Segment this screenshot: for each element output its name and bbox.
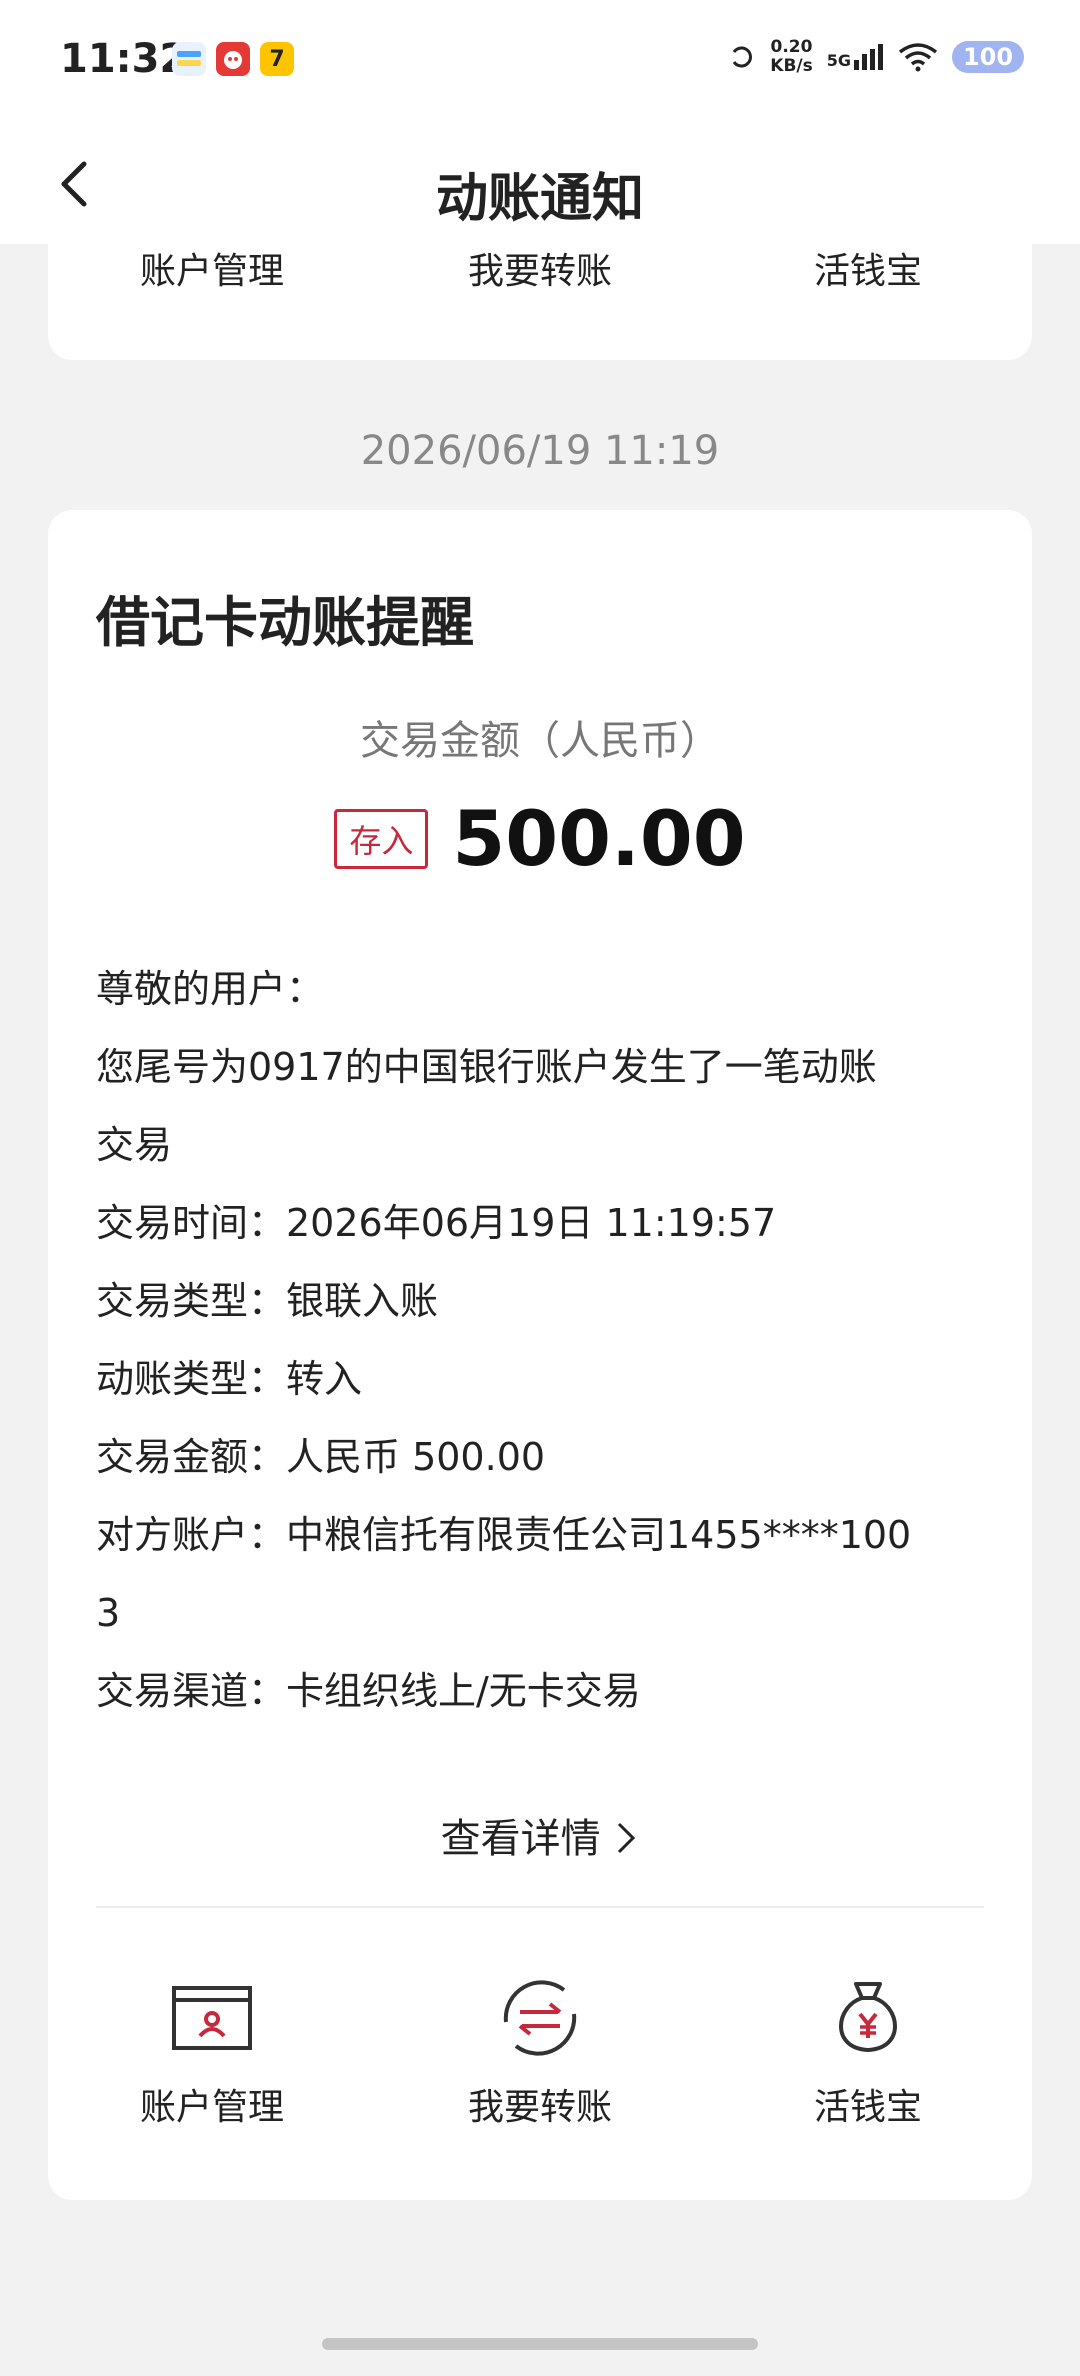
message-timestamp: 2026/06/19 11:19 (360, 428, 720, 474)
prev-huoqianbao-button[interactable]: 活钱宝 (704, 242, 1032, 294)
notice-message-cont: 交易 (96, 1123, 173, 1167)
amount-label: 交易金额（人民币） (360, 718, 720, 764)
home-indicator[interactable] (322, 2338, 758, 2350)
navigation-bar: 动账通知 (0, 122, 1080, 244)
transfer-button[interactable]: 我要转账 (376, 1972, 704, 2130)
account-card-icon (172, 1986, 252, 2050)
sync-icon (733, 46, 753, 68)
amount-row: 存入 500.00 (48, 794, 1032, 883)
battery-icon: 100 (952, 41, 1024, 73)
counterparty-account-cont: 3 (96, 1591, 121, 1635)
transaction-type: 交易类型：银联入账 (96, 1279, 439, 1323)
notice-body: 尊敬的用户： 您尾号为0917的中国银行账户发生了一笔动账 交易 交易时间：20… (96, 950, 996, 1730)
money-bag-icon (839, 1982, 897, 2053)
status-bar: 11:32 7 0.20 KB/s 5G 100 (0, 0, 1080, 122)
notification-icons: 7 (172, 42, 294, 76)
page-title: 动账通知 (435, 169, 644, 229)
view-details-label: 查看详情 (440, 1816, 601, 1862)
signal-icon: 5G (827, 44, 884, 70)
huoqianbao-label: 活钱宝 (813, 2087, 922, 2128)
amount-value: 500.00 (452, 794, 746, 883)
view-details-link[interactable]: 查看详情 (48, 1806, 1032, 1864)
blue-app-icon (172, 42, 206, 76)
account-manage-label: 账户管理 (139, 2087, 284, 2128)
divider (96, 1906, 984, 1908)
net-speed: 0.20 KB/s (770, 37, 813, 76)
notice-card: 借记卡动账提醒 交易金额（人民币） 存入 500.00 尊敬的用户： 您尾号为0… (48, 510, 1032, 2200)
status-right: 0.20 KB/s 5G 100 (726, 38, 1024, 76)
status-time: 11:32 (60, 36, 188, 82)
deposit-badge: 存入 (334, 808, 429, 869)
greeting: 尊敬的用户： (96, 967, 325, 1011)
prev-transfer-button[interactable]: 我要转账 (376, 242, 704, 294)
seven-app-icon: 7 (260, 42, 294, 76)
counterparty-account: 对方账户：中粮信托有限责任公司1455****100 (96, 1513, 912, 1557)
notice-title: 借记卡动账提醒 (96, 591, 474, 654)
transaction-time: 交易时间：2026年06月19日 11:19:57 (96, 1201, 777, 1245)
transfer-label: 我要转账 (467, 2087, 612, 2128)
chevron-right-icon (618, 1822, 636, 1854)
transaction-channel: 交易渠道：卡组织线上/无卡交易 (96, 1669, 641, 1713)
notice-message: 您尾号为0917的中国银行账户发生了一笔动账 (96, 1045, 877, 1089)
quick-actions: 账户管理 我要转账 活钱宝 (48, 1972, 1032, 2130)
wifi-icon (898, 43, 938, 72)
transaction-amount: 交易金额：人民币 500.00 (96, 1435, 546, 1479)
previous-actions-row: 账户管理 我要转账 活钱宝 (48, 242, 1032, 294)
huoqianbao-button[interactable]: 活钱宝 (704, 1972, 1032, 2130)
account-manage-button[interactable]: 账户管理 (48, 1972, 376, 2130)
prev-account-manage-button[interactable]: 账户管理 (48, 242, 376, 294)
transfer-icon (503, 1980, 577, 2056)
movement-type: 动账类型：转入 (96, 1357, 363, 1401)
red-app-icon (216, 42, 250, 76)
